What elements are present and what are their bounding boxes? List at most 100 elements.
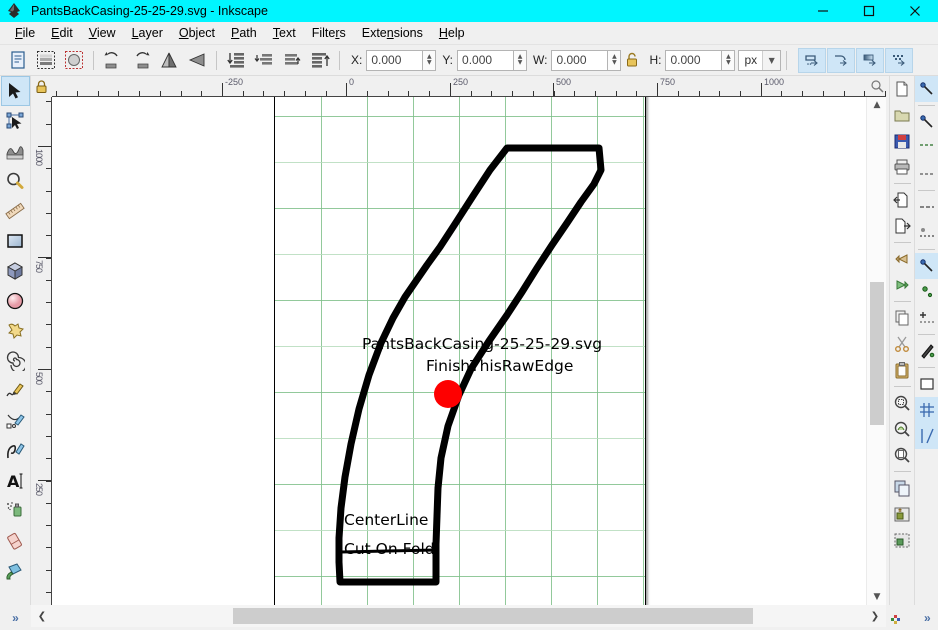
redo-icon[interactable]	[890, 272, 914, 298]
close-button[interactable]	[892, 0, 938, 22]
x-stepper[interactable]: ▲▼	[422, 50, 436, 71]
zoom-selection-icon[interactable]	[890, 390, 914, 416]
ellipse-tool[interactable]	[1, 286, 30, 316]
raise-one-step-icon[interactable]	[278, 47, 306, 73]
box3d-tool[interactable]	[1, 256, 30, 286]
calligraphy-tool[interactable]	[1, 436, 30, 466]
dotted-2-icon[interactable]	[915, 220, 938, 246]
affect-rounded-corners-icon[interactable]	[827, 48, 855, 73]
y-input[interactable]	[457, 50, 513, 71]
horizontal-scrollbar[interactable]: ❮ ❯	[31, 605, 886, 627]
node-edit-icon[interactable]	[915, 76, 938, 102]
rotate-90-cw-icon[interactable]	[127, 47, 155, 73]
scroll-left-arrow-icon[interactable]: ❮	[31, 605, 53, 627]
menu-path[interactable]: Path	[223, 24, 265, 42]
measure-tool[interactable]	[1, 196, 30, 226]
menu-help[interactable]: Help	[431, 24, 473, 42]
color-palette-icon[interactable]	[890, 611, 904, 625]
new-document-icon[interactable]	[890, 76, 914, 102]
select-all-in-all-layers-icon[interactable]	[32, 47, 60, 73]
export-icon[interactable]	[890, 213, 914, 239]
paste-icon[interactable]	[890, 357, 914, 383]
unit-select[interactable]: px ▼	[738, 50, 781, 71]
menu-edit[interactable]: Edit	[43, 24, 81, 42]
zoom-glass-icon[interactable]	[870, 79, 884, 93]
document-page[interactable]: PantsBackCasing-25-25-29.svg FinishThisR…	[274, 97, 646, 605]
scroll-down-arrow-icon[interactable]: ▼	[867, 589, 887, 605]
horizontal-ruler[interactable]: -250 0 250 500 750 1000	[52, 76, 886, 97]
x-spinner[interactable]: ▲▼	[366, 50, 436, 71]
dotted-icon[interactable]	[915, 194, 938, 220]
menu-extensions[interactable]: Extensions	[354, 24, 431, 42]
vertical-scrollbar[interactable]: ▲ ▼	[866, 97, 886, 605]
y-spinner[interactable]: ▲▼	[457, 50, 527, 71]
horizontal-scroll-track[interactable]	[53, 605, 864, 627]
copy-icon[interactable]	[890, 305, 914, 331]
flip-vertical-icon[interactable]	[183, 47, 211, 73]
h-input[interactable]	[665, 50, 721, 71]
menu-file[interactable]: File	[7, 24, 43, 42]
menu-object[interactable]: Object	[171, 24, 223, 42]
node-green-icon[interactable]	[915, 279, 938, 305]
lower-one-step-icon[interactable]	[250, 47, 278, 73]
vertical-scroll-thumb[interactable]	[870, 282, 884, 425]
menu-text[interactable]: Text	[265, 24, 304, 42]
rotate-90-ccw-icon[interactable]	[99, 47, 127, 73]
horizontal-scroll-thumb[interactable]	[233, 608, 753, 624]
node-edit-2-icon[interactable]	[915, 109, 938, 135]
menu-view[interactable]: View	[81, 24, 124, 42]
text-tool[interactable]: A	[1, 466, 30, 496]
dash-2-icon[interactable]	[915, 161, 938, 187]
lock-ratio-icon[interactable]	[621, 47, 643, 73]
spiral-tool[interactable]	[1, 346, 30, 376]
chevron-down-icon[interactable]: ▼	[762, 51, 780, 70]
h-stepper[interactable]: ▲▼	[721, 50, 735, 71]
affect-gradients-icon[interactable]	[856, 48, 884, 73]
dash-icon[interactable]	[915, 135, 938, 161]
duplicate-icon[interactable]	[890, 475, 914, 501]
guide-lock-icon[interactable]	[31, 76, 52, 97]
lower-to-bottom-icon[interactable]	[222, 47, 250, 73]
select-all-icon[interactable]	[4, 47, 32, 73]
guides-toggle-icon[interactable]	[915, 423, 938, 449]
group-icon[interactable]	[890, 501, 914, 527]
pen-nodes-icon[interactable]	[915, 338, 938, 364]
statusbar-overflow-right[interactable]: »	[924, 611, 931, 625]
zoom-tool[interactable]	[1, 166, 30, 196]
y-stepper[interactable]: ▲▼	[513, 50, 527, 71]
maximize-button[interactable]	[846, 0, 892, 22]
affect-stroke-width-icon[interactable]	[798, 48, 826, 73]
ungroup-icon[interactable]	[890, 527, 914, 553]
w-spinner[interactable]: ▲▼	[551, 50, 621, 71]
rectangle-tool[interactable]	[1, 226, 30, 256]
menu-layer[interactable]: Layer	[124, 24, 171, 42]
affect-patterns-icon[interactable]	[885, 48, 913, 73]
scroll-right-arrow-icon[interactable]: ❯	[864, 605, 886, 627]
x-input[interactable]	[366, 50, 422, 71]
zoom-drawing-icon[interactable]	[890, 416, 914, 442]
open-document-icon[interactable]	[890, 102, 914, 128]
eraser-tool[interactable]	[1, 526, 30, 556]
plus-nodes-icon[interactable]	[915, 305, 938, 331]
flip-horizontal-icon[interactable]	[155, 47, 183, 73]
vertical-ruler[interactable]: 1000 750 500 250	[31, 97, 52, 605]
statusbar-overflow-left[interactable]: »	[0, 605, 31, 630]
raise-to-top-icon[interactable]	[306, 47, 334, 73]
w-input[interactable]	[551, 50, 607, 71]
deselect-icon[interactable]	[60, 47, 88, 73]
tweak-tool[interactable]	[1, 136, 30, 166]
node-highlight-icon[interactable]	[915, 253, 938, 279]
spray-tool[interactable]	[1, 496, 30, 526]
grid-toggle-icon[interactable]	[915, 397, 938, 423]
pencil-tool[interactable]	[1, 376, 30, 406]
save-document-icon[interactable]	[890, 128, 914, 154]
h-spinner[interactable]: ▲▼	[665, 50, 735, 71]
w-stepper[interactable]: ▲▼	[607, 50, 621, 71]
selector-tool[interactable]	[1, 76, 30, 106]
menu-filters[interactable]: Filters	[304, 24, 354, 42]
print-icon[interactable]	[890, 154, 914, 180]
canvas[interactable]: PantsBackCasing-25-25-29.svg FinishThisR…	[52, 97, 886, 605]
scroll-up-arrow-icon[interactable]: ▲	[867, 97, 887, 113]
undo-icon[interactable]	[890, 246, 914, 272]
minimize-button[interactable]	[800, 0, 846, 22]
